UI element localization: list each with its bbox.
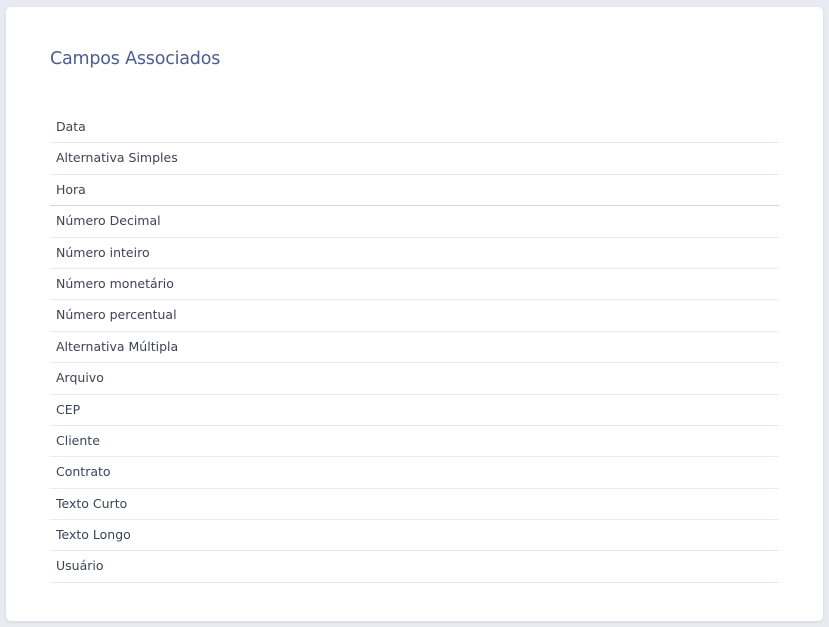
card-title: Campos Associados <box>50 49 221 69</box>
list-item: Data <box>50 112 779 144</box>
list-item: Número inteiro <box>50 238 779 269</box>
list-item: Cliente <box>50 426 779 458</box>
list-item: Contrato <box>50 457 779 489</box>
list-item: Texto Curto <box>50 489 779 521</box>
list-item: Número monetário <box>50 269 779 301</box>
list-item: Hora <box>50 175 779 207</box>
list-item: Usuário <box>50 551 779 583</box>
associated-fields-card: Campos Associados Data Alternativa Simpl… <box>6 7 823 621</box>
list-item: Texto Longo <box>50 520 779 552</box>
list-item: Número percentual <box>50 300 779 332</box>
list-item: Alternativa Múltipla <box>50 332 779 364</box>
list-item: Alternativa Simples <box>50 143 779 175</box>
list-item: Número Decimal <box>50 206 779 238</box>
associated-fields-list: Data Alternativa Simples Hora Número Dec… <box>50 112 779 583</box>
list-item: Arquivo <box>50 363 779 395</box>
list-item: CEP <box>50 395 779 426</box>
